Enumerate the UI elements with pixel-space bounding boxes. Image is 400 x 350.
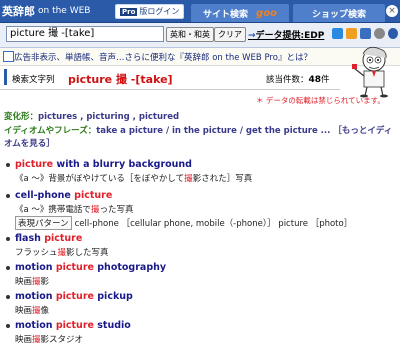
translation-a: 《a ～》携帯電話で xyxy=(15,205,91,215)
promo-bar[interactable]: 広告非表示、単語帳、音声…さらに便利な『英辞郎 on the WEB Pro』と… xyxy=(0,48,400,66)
entry-pre: cell-phone xyxy=(15,190,75,201)
translation-b: 影スタジオ xyxy=(40,335,84,345)
bullet xyxy=(6,163,10,167)
entry-headword[interactable]: motion picture studio xyxy=(15,320,131,331)
translation-highlight: 撮 xyxy=(57,248,67,258)
entry-rest: studio xyxy=(93,320,131,331)
entry-headword[interactable]: motion picture photography xyxy=(15,262,166,273)
pro-login-label: 版ログイン xyxy=(139,7,180,16)
entry-translation: 映画撮影スタジオ xyxy=(15,333,83,345)
pattern-tag: 表現パターン xyxy=(15,216,72,230)
count-unit: 件 xyxy=(321,75,330,85)
result-count: 該当件数：48件 xyxy=(266,73,330,85)
entry-pre: flash xyxy=(15,233,45,244)
translation-highlight: 撮 xyxy=(32,335,41,345)
variants-text[interactable]: pictures , picturing , pictured xyxy=(38,112,179,122)
logo-jp: 英辞郎 xyxy=(2,5,35,18)
header-accent xyxy=(4,69,7,85)
entry-translation: 《a ～》携帯電話で撮った写真 xyxy=(15,203,133,215)
tab-shop-search[interactable]: ショップ検索 xyxy=(292,3,386,22)
clear-button[interactable]: クリア xyxy=(214,27,246,42)
entry-highlight: picture xyxy=(74,190,113,201)
variants-line: 変化形：pictures , picturing , pictured xyxy=(4,110,179,122)
entry-headword[interactable]: picture with a blurry background xyxy=(15,159,192,170)
translation-b: 像 xyxy=(40,306,50,316)
entry-headword[interactable]: motion picture pickup xyxy=(15,291,133,302)
close-icon[interactable]: × xyxy=(386,5,398,17)
help-icon[interactable] xyxy=(388,28,398,39)
entry-highlight: picture xyxy=(55,291,94,302)
translation-a: 映画 xyxy=(15,277,33,287)
translation-highlight: 撮 xyxy=(32,306,41,316)
window-icon xyxy=(3,51,14,62)
bullet xyxy=(6,324,10,328)
entry-rest: with a blurry background xyxy=(53,159,192,170)
dictionary-button[interactable]: 英和・和英 xyxy=(166,27,214,42)
top-bar: 英辞郎 on the WEB Pro 版ログイン サイト検索 goo ショップ検… xyxy=(0,0,400,23)
entry-highlight: picture xyxy=(15,159,54,170)
search-string-label: 検索文字列 xyxy=(12,75,55,85)
entry-highlight: picture xyxy=(55,262,94,273)
entry-headword[interactable]: flash picture xyxy=(15,233,82,244)
entry-pre: motion xyxy=(15,320,56,331)
translation-b: 影された］写真 xyxy=(192,174,253,184)
translation-a: 映画 xyxy=(15,306,33,316)
tab-site-search-label: サイト検索 xyxy=(203,9,249,20)
entry-pattern: 表現パターン cell-phone ［cellular phone, mobile… xyxy=(15,216,352,230)
entry-translation: 《a ～》背景がぼやけている［をぼやかして撮影された］写真 xyxy=(15,172,252,184)
search-input[interactable] xyxy=(6,26,164,42)
tab-site-search[interactable]: サイト検索 goo xyxy=(190,3,290,22)
pro-tag: Pro xyxy=(120,7,138,16)
entry-translation: フラッシュ撮影した写真 xyxy=(15,246,109,258)
data-provider-label: データ提供:EDP xyxy=(255,31,325,41)
entry-pre: motion xyxy=(15,262,56,273)
entry-rest: pickup xyxy=(93,291,133,302)
bullet xyxy=(6,266,10,270)
entry-translation: 映画撮影 xyxy=(15,275,49,287)
entry-highlight: picture xyxy=(44,233,83,244)
search-query: picture 撮 -[take] xyxy=(68,73,173,86)
translation-a: フラッシュ xyxy=(15,248,58,258)
goo-logo: goo xyxy=(256,7,277,19)
count-label: 該当件数： xyxy=(266,75,309,85)
entry-pre: motion xyxy=(15,291,56,302)
translation-b: 影 xyxy=(40,277,50,287)
translation-b: 影した写真 xyxy=(66,248,109,258)
arrow-icon: → xyxy=(248,31,256,41)
entry-highlight: picture xyxy=(55,320,94,331)
rss-icon[interactable] xyxy=(332,28,343,39)
translation-highlight: 撮 xyxy=(184,174,193,184)
translation-highlight: 撮 xyxy=(32,277,41,287)
idioms-line: イディオムやフレーズ：take a picture / in the pictu… xyxy=(4,125,396,151)
bullet xyxy=(6,237,10,241)
bullet xyxy=(6,295,10,299)
logo-en: on the WEB xyxy=(38,6,91,16)
entry-translation: 映画撮像 xyxy=(15,304,49,316)
promo-text: 広告非表示、単語帳、音声…さらに便利な『英辞郎 on the WEB Pro』と… xyxy=(14,53,312,63)
count-value: 48 xyxy=(308,75,322,85)
feed-icon[interactable] xyxy=(346,28,357,39)
pattern-text: cell-phone ［cellular phone, mobile（-phon… xyxy=(74,219,353,229)
idioms-label: イディオムやフレーズ： xyxy=(4,126,97,136)
translation-a: 《a ～》背景がぼやけている［をぼやかして xyxy=(15,174,185,184)
mascot-icon xyxy=(352,46,388,98)
data-provider-link[interactable]: →データ提供:EDP xyxy=(248,28,324,41)
site-logo[interactable]: 英辞郎 on the WEB xyxy=(2,2,90,20)
results-header: 検索文字列 picture 撮 -[take] 該当件数：48件 xyxy=(0,67,340,90)
print-icon[interactable] xyxy=(360,28,371,39)
tab-shop-search-label: ショップ検索 xyxy=(311,9,366,20)
translation-b: った写真 xyxy=(99,205,134,215)
bullet xyxy=(6,194,10,198)
entry-headword[interactable]: cell-phone picture xyxy=(15,190,112,201)
entry-rest: photography xyxy=(93,262,167,273)
search-bar: 英和・和英 クリア →データ提供:EDP xyxy=(0,23,400,48)
pro-login-button[interactable]: Pro 版ログイン xyxy=(115,4,185,19)
copyright-notice: ＊ データの転載は禁じられています。 xyxy=(256,96,385,105)
variants-label: 変化形： xyxy=(4,112,39,122)
translation-a: 映画 xyxy=(15,335,33,345)
gear-icon[interactable] xyxy=(374,28,385,39)
